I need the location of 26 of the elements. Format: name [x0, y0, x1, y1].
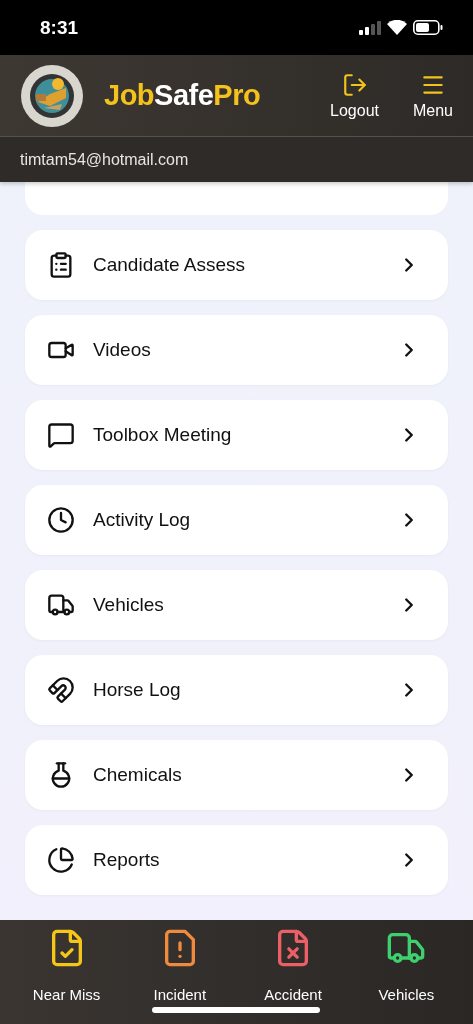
user-email: timtam54@hotmail.com: [0, 137, 473, 182]
menu-item[interactable]: Videos: [25, 315, 448, 385]
menu-item[interactable]: Candidate Assess: [25, 230, 448, 300]
magnet-icon: [47, 676, 75, 704]
clock-icon: [47, 506, 75, 534]
logout-icon: [341, 71, 368, 98]
battery-icon: [413, 20, 443, 35]
menu-item[interactable]: Activity Log: [25, 485, 448, 555]
pie-chart-icon: [47, 846, 75, 874]
signal-icon: [359, 20, 381, 35]
menu-item[interactable]: Chemicals: [25, 740, 448, 810]
menu-item[interactable]: Reports: [25, 825, 448, 895]
wifi-icon: [387, 20, 407, 35]
logo-icon: [20, 63, 84, 128]
nav-tab[interactable]: Vehicles: [356, 928, 457, 1003]
chat-bubble-icon: [47, 421, 75, 449]
menu-button[interactable]: Menu: [412, 71, 453, 120]
logout-button[interactable]: Logout: [330, 71, 379, 120]
menu-item[interactable]: Horse Log: [25, 655, 448, 725]
menu-item[interactable]: Toolbox Meeting: [25, 400, 448, 470]
nav-tab[interactable]: Near Miss: [16, 928, 117, 1003]
app-title: JobSafePro: [104, 79, 262, 112]
status-time: 8:31: [40, 16, 79, 39]
menu-item[interactable]: Vehicles: [25, 570, 448, 640]
nav-tab[interactable]: Accident: [243, 928, 344, 1003]
nav-tab[interactable]: Incident: [129, 928, 230, 1003]
